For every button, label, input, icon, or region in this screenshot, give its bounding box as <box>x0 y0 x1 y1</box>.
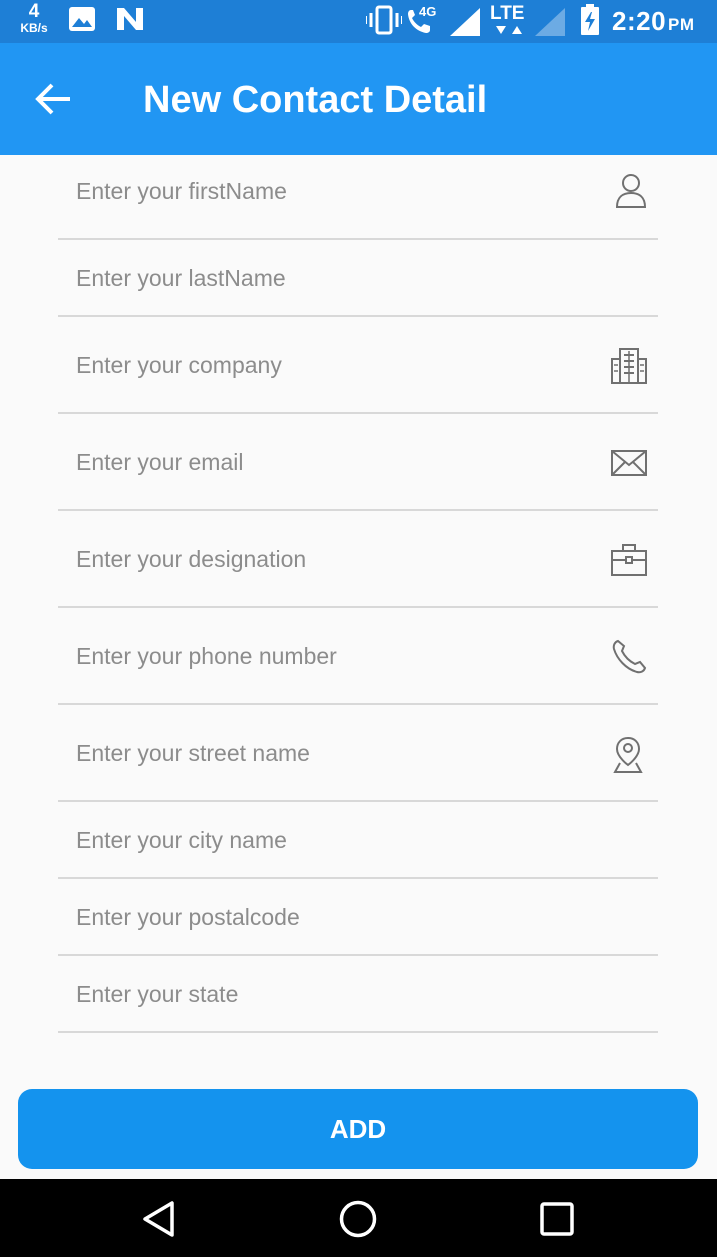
clock-time: 2:20 <box>612 6 667 36</box>
state-placeholder: Enter your state <box>76 981 239 1007</box>
designation-field[interactable]: Enter your designation <box>58 511 658 608</box>
network-4g-label: 4G <box>419 4 437 19</box>
building-icon <box>611 348 647 384</box>
signal-strength-icon <box>450 8 480 36</box>
nav-recents-icon[interactable] <box>539 1201 577 1239</box>
street-placeholder: Enter your street name <box>76 740 310 766</box>
city-field[interactable]: Enter your city name <box>58 802 658 879</box>
battery-charging-icon <box>581 4 599 35</box>
system-navigation-bar <box>0 1179 717 1257</box>
page-title: New Contact Detail <box>143 79 488 121</box>
nav-home-icon[interactable] <box>338 1199 378 1239</box>
vibrate-icon <box>366 5 402 35</box>
network-speed-unit: KB/s <box>20 21 48 35</box>
last-name-placeholder: Enter your lastName <box>76 265 286 291</box>
email-field[interactable]: Enter your email <box>58 414 658 511</box>
add-button[interactable]: ADD <box>18 1089 698 1169</box>
app-bar: New Contact Detail <box>0 43 717 155</box>
phone-field[interactable]: Enter your phone number <box>58 608 658 705</box>
state-field[interactable]: Enter your state <box>58 956 658 1033</box>
first-name-placeholder: Enter your firstName <box>76 178 287 204</box>
briefcase-icon <box>611 544 647 576</box>
network-speed: 4 KB/s <box>14 2 54 34</box>
data-transfer-icon <box>496 26 522 34</box>
phone-placeholder: Enter your phone number <box>76 643 337 669</box>
nav-back-icon[interactable] <box>140 1199 178 1239</box>
arrow-back-icon <box>35 83 70 115</box>
mail-icon <box>611 450 647 476</box>
city-placeholder: Enter your city name <box>76 827 287 853</box>
image-notification-icon <box>69 7 95 31</box>
n-notification-icon <box>117 8 143 30</box>
first-name-field[interactable]: Enter your firstName <box>58 155 658 240</box>
company-field[interactable]: Enter your company <box>58 317 658 414</box>
status-bar: 4 KB/s 4G LTE 2:20 PM <box>0 0 717 43</box>
postalcode-field[interactable]: Enter your postalcode <box>58 879 658 956</box>
postalcode-placeholder: Enter your postalcode <box>76 904 300 930</box>
clock: 2:20 PM <box>612 6 695 37</box>
person-icon <box>615 174 647 208</box>
network-lte-label: LTE <box>490 3 525 24</box>
designation-placeholder: Enter your designation <box>76 546 307 572</box>
last-name-field[interactable]: Enter your lastName <box>58 240 658 317</box>
back-button[interactable] <box>28 77 78 121</box>
location-pin-icon <box>613 736 643 773</box>
phone-icon <box>612 639 647 674</box>
company-placeholder: Enter your company <box>76 352 282 378</box>
clock-ampm: PM <box>668 15 695 34</box>
signal-strength-2-icon <box>535 8 565 36</box>
network-speed-value: 4 <box>28 1 40 22</box>
email-placeholder: Enter your email <box>76 449 244 475</box>
street-field[interactable]: Enter your street name <box>58 705 658 802</box>
contact-form: Enter your firstName Enter your lastName… <box>58 155 658 1033</box>
